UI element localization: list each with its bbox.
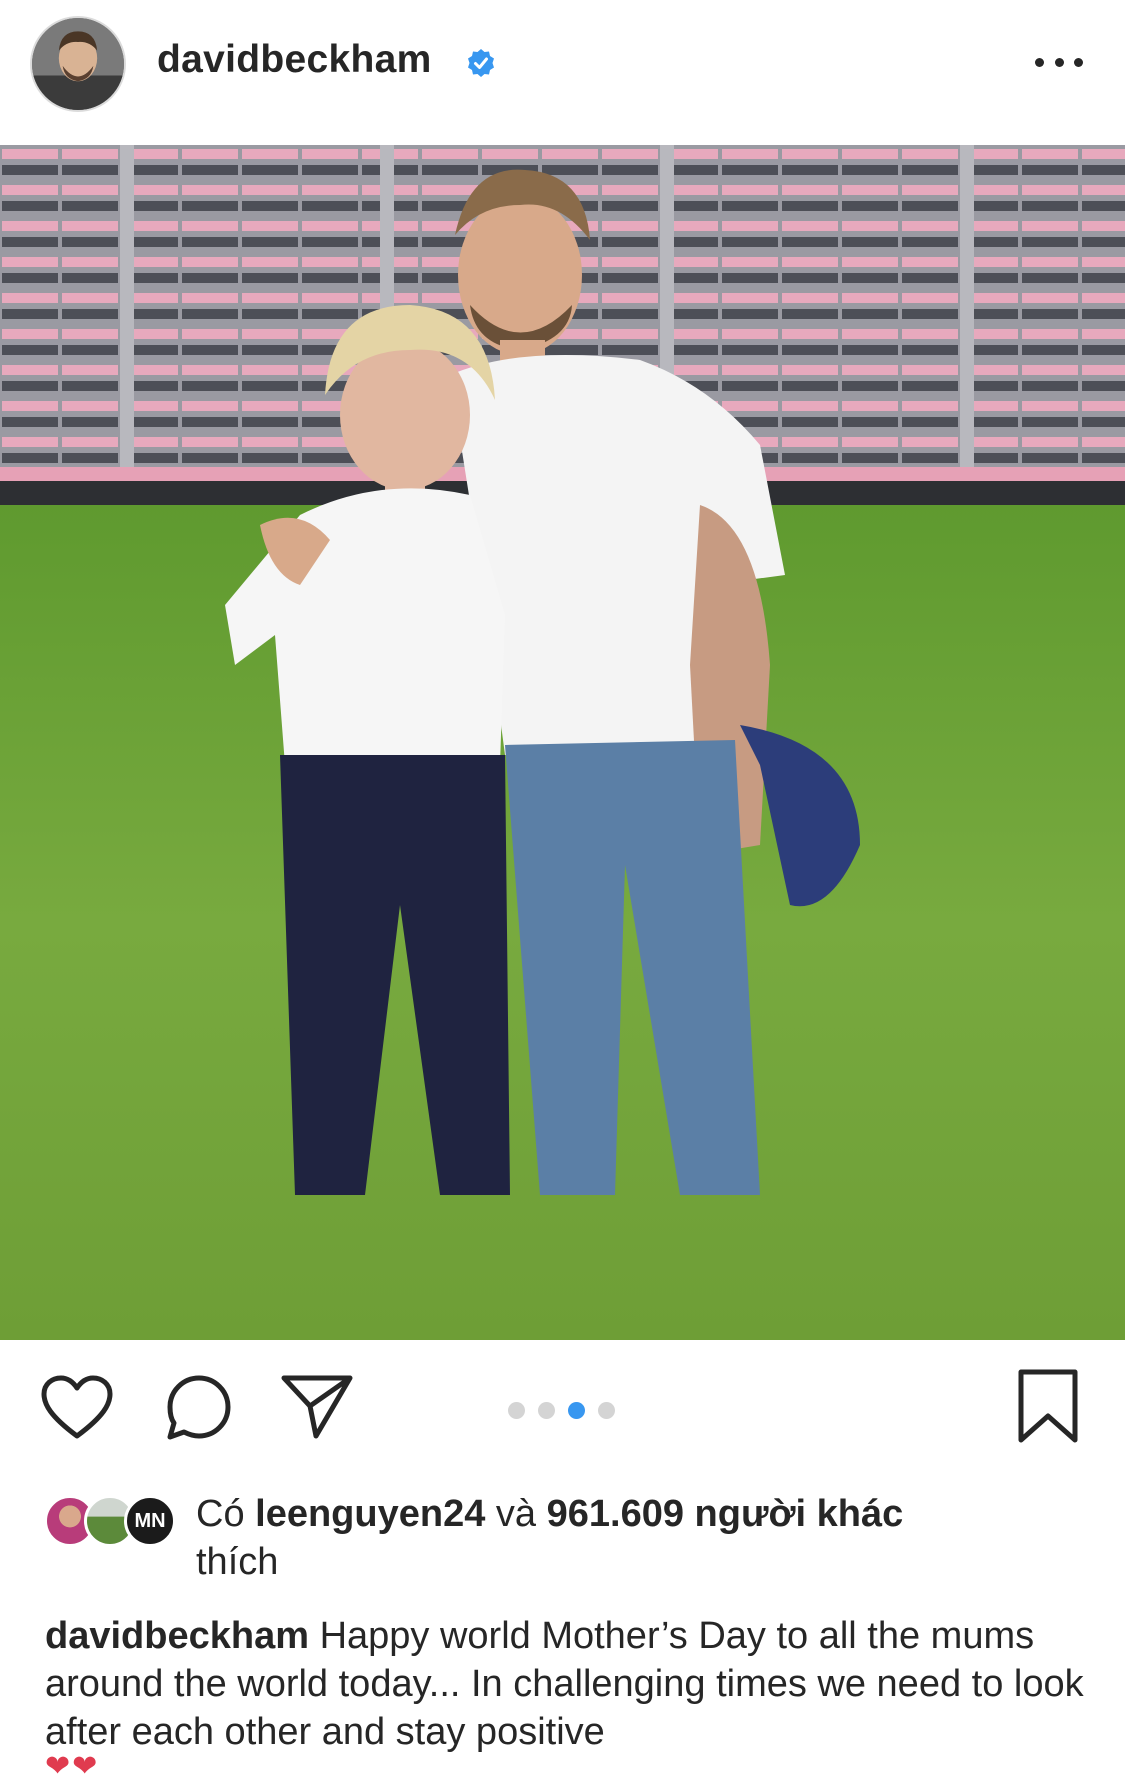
liker-avatars[interactable]: MN <box>44 1495 180 1551</box>
carousel-dot[interactable] <box>538 1402 555 1419</box>
likes-prefix: Có <box>196 1493 245 1535</box>
heart-icon[interactable] <box>40 1374 114 1440</box>
avatar[interactable] <box>30 16 126 112</box>
action-bar <box>0 1340 1125 1470</box>
post-username[interactable]: davidbeckham <box>157 38 432 82</box>
liker-username[interactable]: leenguyen24 <box>255 1493 485 1535</box>
red-heart-icon: ❤ <box>45 1750 71 1783</box>
carousel-indicator <box>508 1402 615 1419</box>
likes-suffix: thích <box>196 1541 279 1583</box>
carousel-dot[interactable] <box>508 1402 525 1419</box>
post-photo[interactable] <box>0 145 1125 1340</box>
likes-count[interactable]: 961.609 người khác <box>547 1493 904 1535</box>
caption-emoji: ❤ ❤ <box>45 1752 97 1782</box>
verified-badge-icon <box>468 49 494 77</box>
post-header: davidbeckham <box>0 0 1125 145</box>
red-heart-icon: ❤ <box>72 1750 98 1783</box>
avatar: MN <box>124 1495 176 1547</box>
likes-text[interactable]: Có leenguyen24 và 961.609 người khác thí… <box>196 1490 1076 1586</box>
mn-logo-icon: MN <box>134 1509 166 1532</box>
comment-icon[interactable] <box>164 1373 234 1443</box>
carousel-dot[interactable] <box>598 1402 615 1419</box>
caption-username[interactable]: davidbeckham <box>45 1615 309 1657</box>
bookmark-icon[interactable] <box>1015 1368 1081 1444</box>
likes-conjunction: và <box>495 1493 537 1535</box>
send-icon[interactable] <box>280 1372 354 1440</box>
post-caption: davidbeckham Happy world Mother’s Day to… <box>45 1612 1095 1756</box>
carousel-dot-active[interactable] <box>568 1402 585 1419</box>
more-options-icon[interactable] <box>1035 42 1083 82</box>
